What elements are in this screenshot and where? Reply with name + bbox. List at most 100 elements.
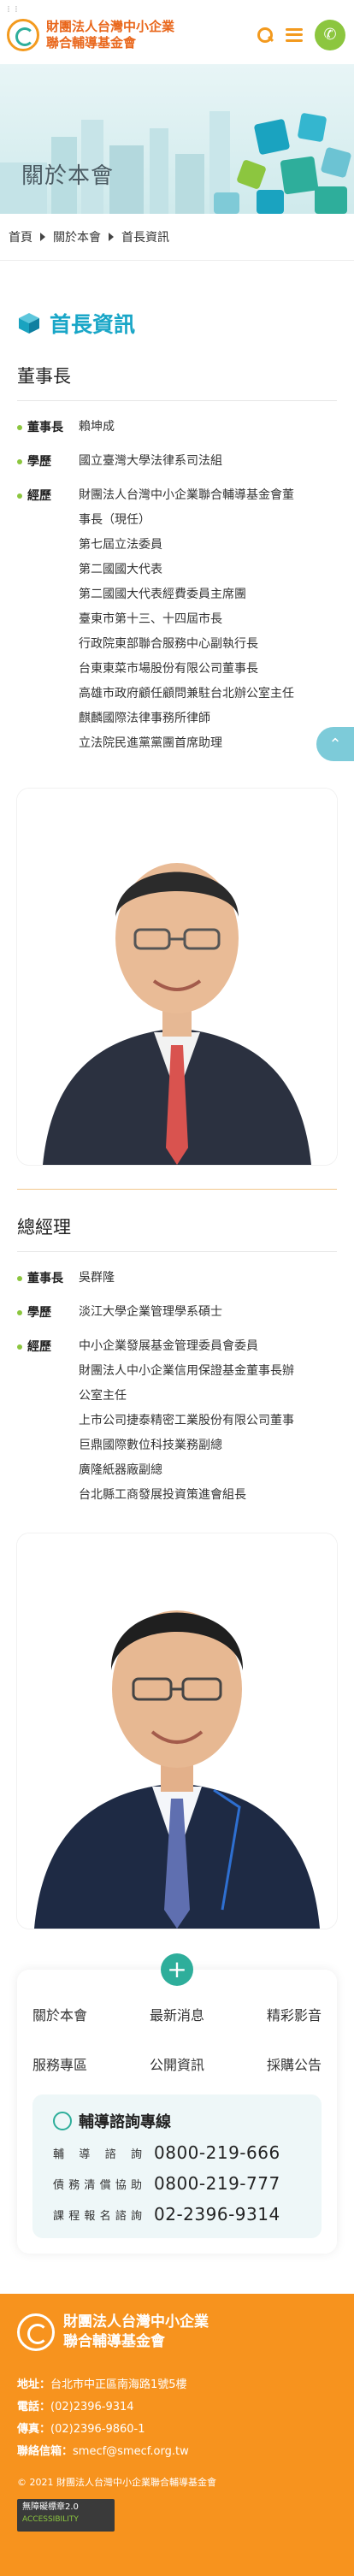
footer-link-procurement[interactable]: 採購公告 (225, 2053, 322, 2074)
hotline-row: 輔導諮詢 0800-219-666 (53, 2142, 306, 2163)
manager-info: 董事長 吳群隆 學歷 淡江大學企業管理學系碩士 經歷 中小企業發展基金管理委員會… (0, 1252, 354, 1508)
field-value: 國立臺灣大學法律系司法組 (79, 449, 337, 475)
hotline-row: 課程報名諮詢 02-2396-9314 (53, 2204, 306, 2224)
field-label: 董事長 (17, 415, 79, 440)
badge-title: 無障礙標章2.0 (22, 2502, 79, 2512)
field-label: 經歷 (17, 483, 79, 756)
field-value: 吳群隆 (79, 1266, 337, 1291)
manager-photo (17, 1533, 337, 1929)
chairman-photo (17, 789, 337, 1165)
breadcrumb-home[interactable]: 首頁 (9, 228, 32, 245)
field-label: 學歷 (17, 449, 79, 475)
field-value: 淡江大學企業管理學系碩士 (79, 1300, 337, 1326)
education-item: 國立臺灣大學法律系司法組 (79, 454, 222, 468)
breadcrumb-about[interactable]: 關於本會 (53, 228, 101, 245)
hotline-header: 輔導諮詢專線 (53, 2110, 306, 2132)
page: ⋮⋮ 財團法人台灣中小企業 聯合輔導基金會 ✆ 關於本會 首頁 關於本會 首長資… (0, 0, 354, 2576)
experience-item: 事長（現任） (79, 513, 150, 527)
site-footer: 財團法人台灣中小企業 聯合輔導基金會 地址：台北市中正區南海路1號5樓 電話：(… (0, 2294, 354, 2576)
plus-icon[interactable]: + (161, 1953, 193, 1986)
banner-title: 關於本會 (21, 163, 115, 189)
hotline-number[interactable]: 0800-219-666 (154, 2142, 280, 2163)
chairman-name: 賴坤成 (79, 420, 115, 434)
manager-experience-row: 經歷 中小企業發展基金管理委員會委員 財團法人中小企業信用保證基金董事長辦 公室… (17, 1334, 337, 1508)
breadcrumb-current[interactable]: 首長資訊 (121, 228, 169, 245)
footer-contact-info: 地址：台北市中正區南海路1號5樓 電話：(02)2396-9314 傳真：(02… (17, 2374, 337, 2463)
footer-link-videos[interactable]: 精彩影音 (225, 2004, 322, 2024)
menu-icon[interactable] (286, 27, 303, 42)
org-name-line2: 聯合輔導基金會 (46, 34, 137, 50)
experience-item: 廣隆紙器廠副總 (79, 1463, 162, 1477)
section-divider (17, 1189, 337, 1190)
floating-cubes-illustration (214, 113, 351, 214)
footer-email: 聯絡信箱：smecf@smecf.org.tw (17, 2445, 189, 2458)
footer-link-public-info[interactable]: 公開資訊 (129, 2053, 226, 2074)
field-value: 財團法人台灣中小企業聯合輔導基金會董 事長（現任） 第七屆立法委員 第二國國大代… (79, 483, 337, 756)
org-name-line1: 財團法人台灣中小企業 (46, 18, 175, 34)
grid-icon[interactable]: ⋮⋮ (5, 5, 21, 13)
accessibility-badge[interactable]: 無障礙標章2.0 ACCESSIBILITY (17, 2499, 115, 2532)
hotline-label: 輔導諮詢 (53, 2148, 142, 2161)
chairman-name-row: 董事長 賴坤成 (17, 415, 337, 440)
experience-item: 第二國國大代表經費委員主席團 (79, 588, 246, 601)
experience-item: 第七屆立法委員 (79, 538, 162, 552)
email-link[interactable]: smecf@smecf.org.tw (73, 2445, 189, 2458)
field-label: 學歷 (17, 1300, 79, 1326)
experience-item: 台北縣工商發展投資策進會組長 (79, 1488, 246, 1502)
field-label: 經歷 (17, 1334, 79, 1508)
experience-item: 財團法人台灣中小企業聯合輔導基金會董 (79, 488, 294, 502)
hotline-row: 債務清償協助 0800-219-777 (53, 2173, 306, 2194)
breadcrumb: 首頁 關於本會 首長資訊 (0, 214, 354, 261)
field-value: 賴坤成 (79, 415, 337, 440)
footer-link-news[interactable]: 最新消息 (129, 2004, 226, 2024)
hotline-label: 課程報名諮詢 (53, 2209, 142, 2223)
breadcrumb-arrow-icon (109, 233, 114, 241)
field-value: 中小企業發展基金管理委員會委員 財團法人中小企業信用保證基金董事長辦 公室主任 … (79, 1334, 337, 1508)
hotline-number[interactable]: 0800-219-777 (154, 2173, 280, 2194)
experience-item: 麒麟國際法律事務所律師 (79, 712, 210, 725)
chairman-info: 董事長 賴坤成 學歷 國立臺灣大學法律系司法組 經歷 財團法人台灣中小企業聯合輔… (0, 401, 354, 756)
site-header: ⋮⋮ 財團法人台灣中小企業 聯合輔導基金會 ✆ (0, 0, 354, 64)
experience-item: 中小企業發展基金管理委員會委員 (79, 1339, 258, 1353)
footer-fax: 傳真：(02)2396-9860-1 (17, 2423, 145, 2436)
experience-item: 行政院東部聯合服務中心副執行長 (79, 637, 258, 651)
footer-link-services[interactable]: 服務專區 (32, 2053, 129, 2074)
site-logo-text[interactable]: 財團法人台灣中小企業 聯合輔導基金會 (46, 19, 174, 51)
page-banner: 關於本會 (0, 64, 354, 214)
search-icon[interactable] (257, 27, 274, 44)
footer-phone: 電話：(02)2396-9314 (17, 2401, 134, 2414)
experience-item: 巨鼎國際數位科技業務副總 (79, 1439, 222, 1452)
experience-item: 上市公司捷泰精密工業股份有限公司董事 (79, 1414, 294, 1427)
manager-name-row: 董事長 吳群隆 (17, 1266, 337, 1291)
hotline-box: 輔導諮詢專線 輔導諮詢 0800-219-666 債務清償協助 0800-219… (32, 2094, 322, 2238)
footer-links-card: + 關於本會 最新消息 精彩影音 服務專區 公開資訊 採購公告 輔導諮詢專線 輔… (17, 1953, 337, 2254)
breadcrumb-arrow-icon (40, 233, 45, 241)
experience-item: 立法院民進黨黨團首席助理 (79, 736, 222, 750)
hotline-title: 輔導諮詢專線 (79, 2113, 171, 2131)
logo-icon (17, 2313, 55, 2351)
chairman-experience-row: 經歷 財團法人台灣中小企業聯合輔導基金會董 事長（現任） 第七屆立法委員 第二國… (17, 483, 337, 756)
cube-icon (19, 313, 39, 334)
footer-logo[interactable]: 財團法人台灣中小企業 聯合輔導基金會 (17, 2313, 337, 2352)
experience-item: 臺東市第十三、十四屆市長 (79, 612, 222, 626)
page-title: 首長資訊 (50, 312, 136, 337)
header-actions: ✆ (257, 19, 345, 50)
back-to-top-button[interactable]: ⌃ (316, 727, 354, 761)
footer-org-name: 財團法人台灣中小企業 聯合輔導基金會 (63, 2313, 209, 2352)
phone-icon[interactable]: ✆ (315, 19, 345, 50)
chairman-role-title: 董事長 (17, 366, 71, 387)
manager-role-title: 總經理 (17, 1217, 71, 1238)
experience-item: 公室主任 (79, 1389, 127, 1403)
footer-address: 地址：台北市中正區南海路1號5樓 (17, 2378, 187, 2391)
logo-icon[interactable] (7, 18, 39, 51)
chairman-education-row: 學歷 國立臺灣大學法律系司法組 (17, 449, 337, 475)
field-label: 董事長 (17, 1266, 79, 1291)
headset-icon (53, 2112, 72, 2130)
manager-name: 吳群隆 (79, 1271, 115, 1285)
footer-nav: 關於本會 最新消息 精彩影音 服務專區 公開資訊 採購公告 (32, 2004, 322, 2074)
footer-link-about[interactable]: 關於本會 (32, 2004, 129, 2024)
hotline-number[interactable]: 02-2396-9314 (154, 2204, 280, 2224)
copyright: © 2021 財團法人台灣中小企業聯合輔導基金會 (17, 2477, 216, 2488)
org-name-line1: 財團法人台灣中小企業 (63, 2313, 209, 2331)
section-heading: 首長資訊 (0, 261, 354, 339)
